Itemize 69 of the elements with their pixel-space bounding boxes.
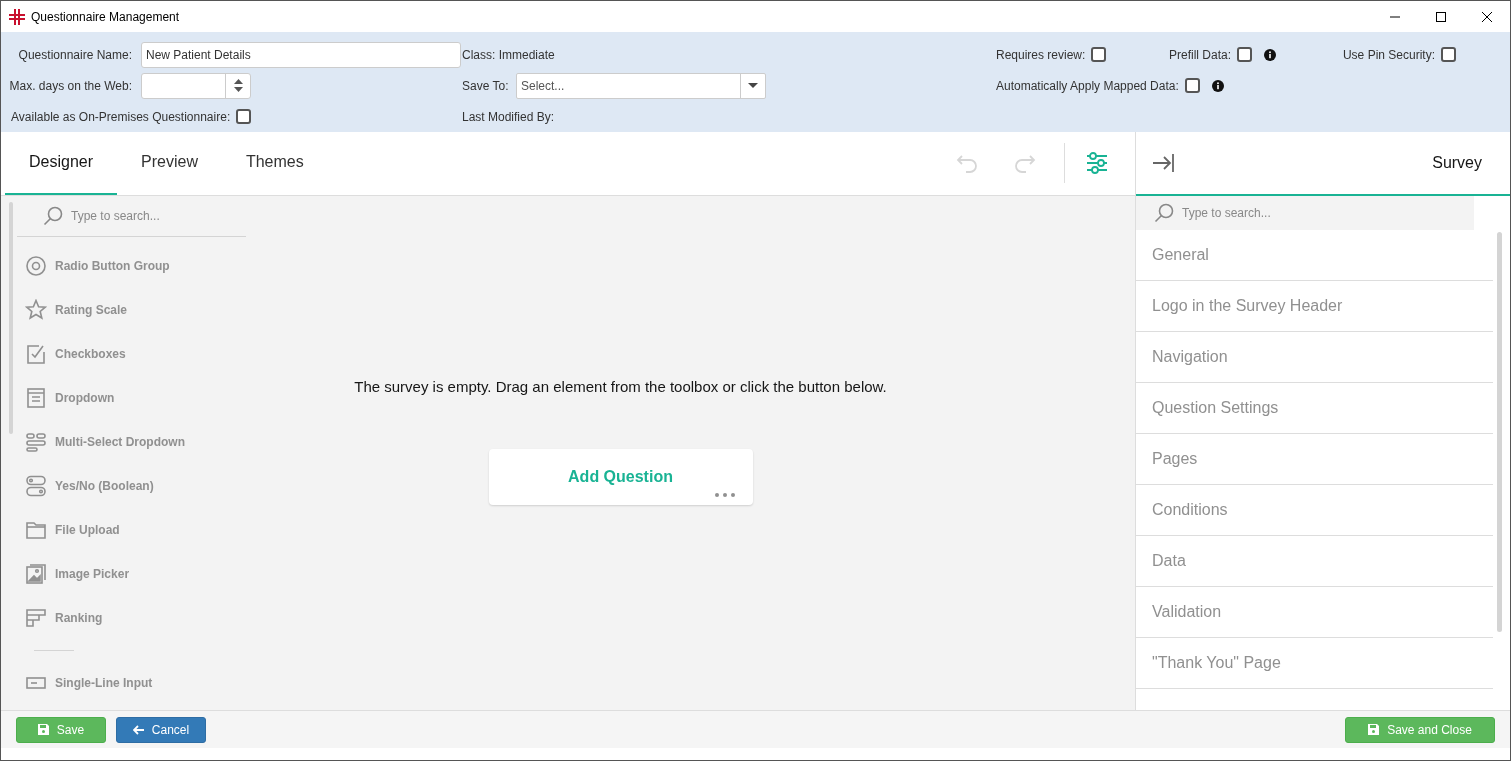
save-and-close-button[interactable]: Save and Close — [1345, 716, 1495, 743]
toolbox-item[interactable]: File Upload — [17, 508, 217, 552]
field-label: Max. days on the Web: — [8, 77, 133, 95]
checkbox-icon — [25, 343, 47, 365]
info-icon[interactable] — [1211, 79, 1224, 92]
name-input[interactable]: New Patient Details — [141, 41, 461, 68]
checkbox[interactable] — [1441, 47, 1456, 62]
app-logo-icon — [9, 8, 25, 25]
checkbox[interactable] — [1184, 78, 1200, 93]
toolbox-item[interactable]: Rating Scale — [17, 288, 217, 332]
collapse-panel-icon[interactable] — [1152, 153, 1174, 173]
option-label: Use Pin Security: — [1342, 46, 1435, 64]
empty-survey-message: The survey is empty. Drag an element from the toolbox or click the button below. — [354, 377, 887, 397]
checkbox[interactable] — [1091, 47, 1107, 62]
multiselect-icon — [25, 431, 47, 453]
field-label: Last Modified By: — [462, 108, 555, 126]
dropdown-icon — [25, 387, 47, 409]
property-category[interactable]: Conditions — [1136, 485, 1493, 536]
option-label: Automatically Apply Mapped Data: — [996, 77, 1179, 95]
spin-down-icon[interactable] — [233, 87, 243, 92]
radio-icon — [25, 255, 47, 277]
save-to-dropdown[interactable]: Select... — [516, 72, 766, 99]
toolbox-item[interactable]: Image Picker — [17, 552, 217, 596]
panel-title: Survey — [1432, 153, 1483, 173]
checkbox[interactable] — [236, 109, 252, 124]
field-label: Available as On-Premises Questionnaire: — [11, 108, 231, 126]
caret-icon — [748, 83, 758, 88]
field-label: Save To: — [462, 77, 510, 95]
property-category[interactable]: General — [1136, 230, 1493, 281]
property-category[interactable]: Validation — [1136, 587, 1493, 638]
add-question-button[interactable]: Add Question — [488, 448, 753, 505]
property-category[interactable]: Pages — [1136, 434, 1493, 485]
field-label: Class: Immediate — [462, 46, 555, 64]
image-icon — [25, 563, 47, 585]
toolbox-item[interactable]: Radio Button Group — [17, 244, 217, 288]
toolbox-item[interactable]: Single-Line Input — [25, 661, 225, 705]
scrollbar[interactable] — [1497, 232, 1502, 632]
number-input[interactable] — [141, 72, 251, 99]
toolbox-item[interactable]: Multi-Select Dropdown — [17, 420, 217, 464]
info-icon[interactable] — [1264, 48, 1276, 61]
toolbox-item[interactable]: Checkboxes — [17, 332, 217, 376]
toolbox-item[interactable]: Dropdown — [17, 376, 217, 420]
option-label: Requires review: — [996, 46, 1086, 64]
property-category[interactable]: Question Settings — [1136, 383, 1493, 434]
spin-up-icon[interactable] — [233, 79, 243, 84]
tab[interactable]: Preview — [117, 131, 222, 195]
option-label: Prefill Data: — [1168, 46, 1231, 64]
search-icon — [43, 206, 63, 226]
star-icon — [25, 299, 47, 321]
arrow-left-icon — [132, 724, 144, 735]
toolbox-search-field[interactable]: Type to search... — [17, 196, 246, 237]
search-icon — [1154, 203, 1174, 223]
property-category[interactable]: Navigation — [1136, 332, 1493, 383]
toggle-icon — [25, 475, 47, 497]
cancel-button[interactable]: Cancel — [116, 716, 206, 743]
save-button[interactable]: Save — [16, 716, 106, 743]
properties-search-field[interactable]: Type to search... — [1136, 196, 1474, 230]
folder-icon — [25, 519, 47, 541]
property-category[interactable]: Logo in the Survey Header — [1136, 281, 1493, 332]
window-title: Questionnaire Management — [31, 8, 180, 26]
field-label: Questionnaire Name: — [17, 46, 133, 64]
tab[interactable]: Themes — [221, 131, 328, 195]
toolbox-item[interactable]: Yes/No (Boolean) — [17, 464, 217, 508]
property-category[interactable]: "Thank You" Page — [1136, 638, 1493, 689]
toolbox-item[interactable]: Ranking — [17, 596, 217, 640]
checkbox[interactable] — [1237, 47, 1252, 62]
property-category[interactable]: Data — [1136, 536, 1493, 587]
ranking-icon — [25, 607, 47, 629]
more-icon[interactable] — [714, 492, 735, 497]
